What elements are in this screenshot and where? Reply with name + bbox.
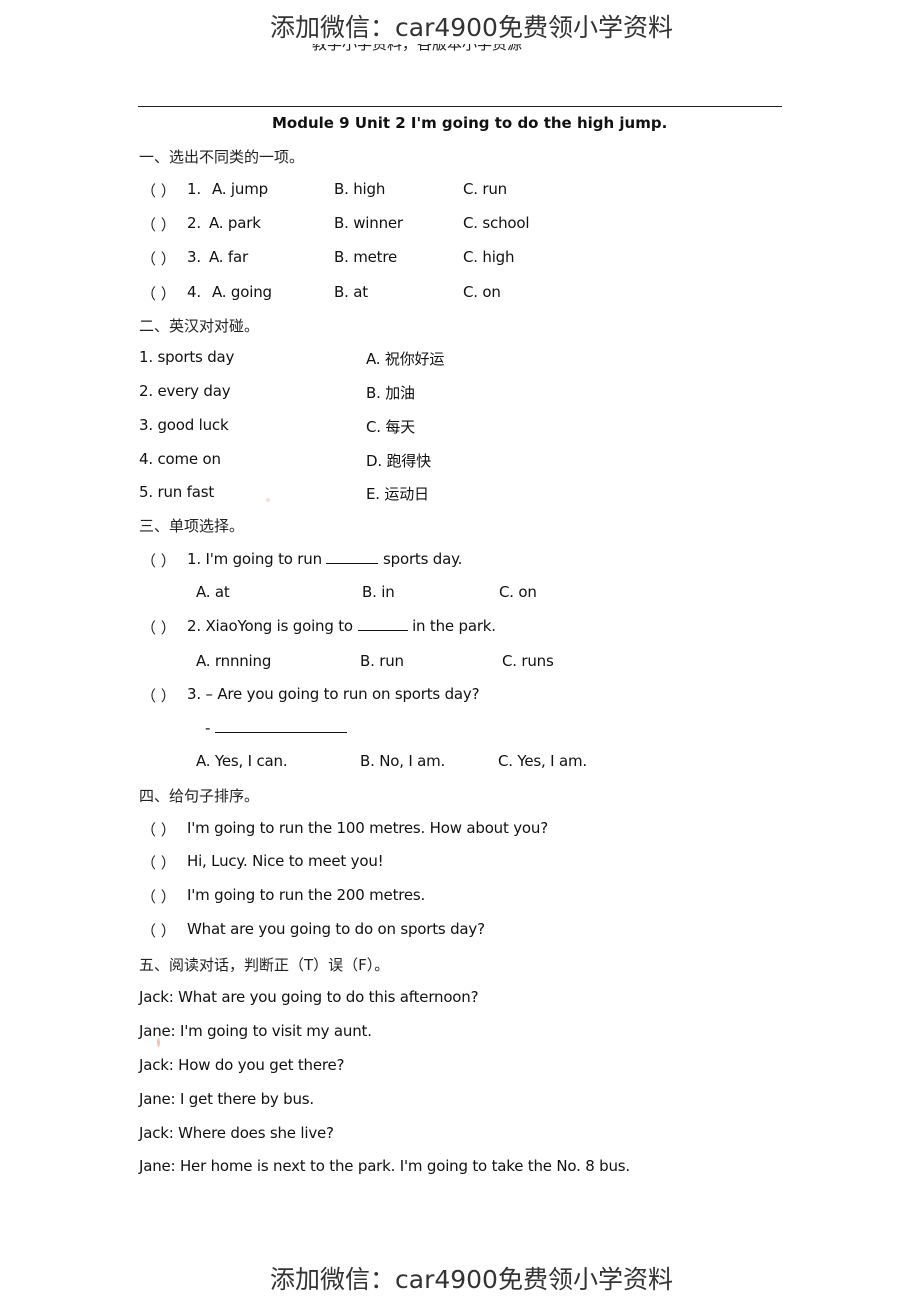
section1-heading: 一、选出不同类的一项。: [139, 148, 305, 166]
order-paren[interactable]: （ ）: [141, 920, 176, 941]
option-a: A. jump: [212, 180, 268, 198]
option-b: B. at: [334, 283, 368, 301]
sentence-text: Hi, Lucy. Nice to meet you!: [187, 852, 384, 870]
match-right-item: D. 跑得快: [366, 452, 431, 470]
sentence-text: What are you going to do on sports day?: [187, 920, 485, 938]
match-right-item: C. 每天: [366, 418, 416, 436]
section4-heading: 四、给句子排序。: [139, 787, 260, 805]
question-text: 1. I'm going to run sports day.: [187, 550, 462, 568]
item-number: 3.: [187, 248, 201, 266]
fill-blank[interactable]: [326, 550, 379, 564]
fill-blank[interactable]: [214, 719, 347, 733]
answer-paren[interactable]: （ ）: [141, 180, 176, 201]
match-left-item: 5. run fast: [139, 483, 214, 501]
question-post: in the park.: [412, 617, 496, 635]
watermark-bottom: 添加微信：car4900免费领小学资料: [270, 1265, 673, 1294]
header-rule: [138, 106, 782, 107]
match-right-item: B. 加油: [366, 384, 415, 402]
option-b: B. metre: [334, 248, 398, 266]
answer-dash: -: [205, 719, 211, 737]
order-paren[interactable]: （ ）: [141, 886, 176, 907]
option-a: A. Yes, I can.: [196, 752, 288, 770]
match-right-item: A. 祝你好运: [366, 350, 445, 368]
sentence-text: I'm going to run the 100 metres. How abo…: [187, 819, 548, 837]
question-text: 2. XiaoYong is going to in the park.: [187, 617, 496, 635]
order-paren[interactable]: （ ）: [141, 852, 176, 873]
option-a: A. going: [212, 283, 272, 301]
option-b: B. in: [362, 583, 395, 601]
answer-paren[interactable]: （ ）: [141, 248, 176, 269]
option-b: B. run: [360, 652, 404, 670]
option-b: B. winner: [334, 214, 403, 232]
option-c: C. high: [463, 248, 515, 266]
match-left-item: 3. good luck: [139, 416, 229, 434]
option-c: C. runs: [502, 652, 554, 670]
answer-paren[interactable]: （ ）: [141, 685, 176, 706]
option-c: C. on: [463, 283, 501, 301]
option-a: A. park: [209, 214, 261, 232]
section3-heading: 三、单项选择。: [139, 517, 245, 535]
option-a: A. rnnning: [196, 652, 272, 670]
answer-paren[interactable]: （ ）: [141, 617, 176, 638]
question-pre: 2. XiaoYong is going to: [187, 617, 353, 635]
answer-line: -: [205, 719, 347, 737]
item-number: 2.: [187, 214, 201, 232]
sentence-text: I'm going to run the 200 metres.: [187, 886, 426, 904]
option-b: B. No, I am.: [360, 752, 446, 770]
option-c: C. on: [499, 583, 537, 601]
match-left-item: 4. come on: [139, 450, 221, 468]
fill-blank[interactable]: [357, 617, 408, 631]
section2-heading: 二、英汉对对碰。: [139, 317, 260, 335]
clipped-header-line: 教学小学资料，各版本小学资源: [312, 44, 522, 54]
question-text: 3. – Are you going to run on sports day?: [187, 685, 480, 703]
scan-speck: [266, 498, 270, 502]
question-pre: 1. I'm going to run: [187, 550, 322, 568]
option-a: A. at: [196, 583, 230, 601]
order-paren[interactable]: （ ）: [141, 819, 176, 840]
match-left-item: 1. sports day: [139, 348, 235, 366]
option-c: C. run: [463, 180, 507, 198]
page-title: Module 9 Unit 2 I'm going to do the high…: [272, 114, 668, 132]
dialogue-line: Jack: What are you going to do this afte…: [139, 988, 479, 1006]
option-c: C. school: [463, 214, 530, 232]
section5-heading: 五、阅读对话，判断正（T）误（F）。: [139, 956, 390, 974]
answer-paren[interactable]: （ ）: [141, 550, 176, 571]
match-left-item: 2. every day: [139, 382, 231, 400]
match-right-item: E. 运动日: [366, 485, 429, 503]
option-a: A. far: [209, 248, 248, 266]
scan-speck: [157, 1038, 160, 1047]
dialogue-line: Jane: I get there by bus.: [139, 1090, 314, 1108]
answer-paren[interactable]: （ ）: [141, 214, 176, 235]
dialogue-line: Jane: Her home is next to the park. I'm …: [139, 1157, 630, 1175]
clipped-header-text: 教学小学资料，各版本小学资源: [312, 44, 523, 53]
dialogue-line: Jack: Where does she live?: [139, 1124, 334, 1142]
dialogue-line: Jack: How do you get there?: [139, 1056, 345, 1074]
question-post: sports day.: [383, 550, 463, 568]
item-number: 4.: [187, 283, 201, 301]
answer-paren[interactable]: （ ）: [141, 283, 176, 304]
watermark-top: 添加微信：car4900免费领小学资料: [270, 13, 673, 42]
dialogue-line: Jane: I'm going to visit my aunt.: [139, 1022, 372, 1040]
option-b: B. high: [334, 180, 386, 198]
option-c: C. Yes, I am.: [498, 752, 587, 770]
item-number: 1.: [187, 180, 201, 198]
